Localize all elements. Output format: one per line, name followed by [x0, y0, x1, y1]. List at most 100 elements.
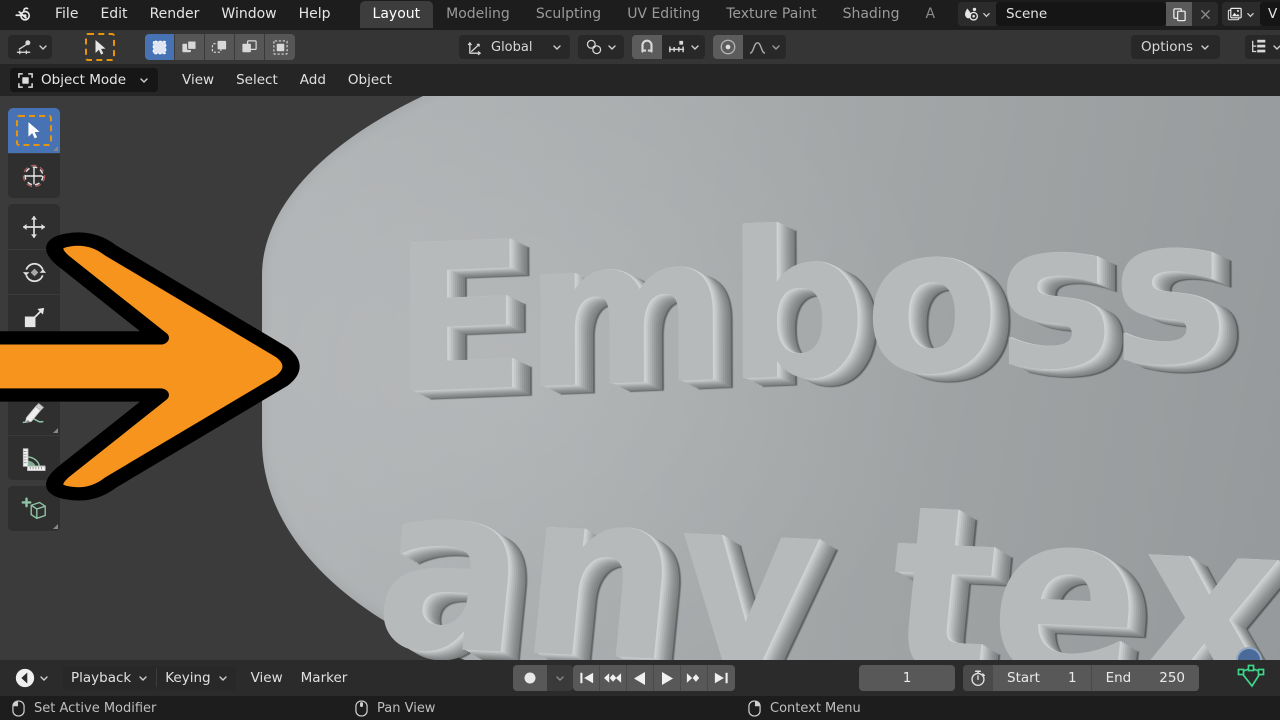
- playback-controls: [573, 665, 735, 691]
- tab-animation[interactable]: A: [912, 1, 948, 28]
- viewport-menu-object[interactable]: Object: [338, 69, 402, 91]
- proportional-edit-icon: [721, 39, 736, 55]
- tool-transform[interactable]: [8, 339, 60, 384]
- toolbar-group-transform: [8, 204, 60, 384]
- chevron-down-icon: [1247, 12, 1254, 17]
- select-intersect-icon: [272, 39, 288, 55]
- menu-render[interactable]: Render: [139, 3, 211, 26]
- transform-orientation-label: Global: [491, 39, 533, 55]
- select-mode-new[interactable]: [145, 34, 175, 60]
- viewport-menu-add[interactable]: Add: [290, 69, 336, 91]
- view-layer-name-field[interactable]: V: [1260, 2, 1280, 26]
- current-frame-field[interactable]: 1: [859, 665, 955, 691]
- proportional-editing-group: [713, 35, 787, 59]
- timeline-menu-playback-label: Playback: [71, 670, 132, 686]
- options-button[interactable]: Options: [1131, 35, 1221, 59]
- interaction-mode-label: Object Mode: [41, 72, 127, 88]
- viewport-header: Object Mode View Select Add Object: [0, 64, 1280, 96]
- falloff-smooth-icon: [750, 41, 766, 54]
- chevron-down-icon: [218, 676, 227, 681]
- scene-delete-button[interactable]: [1192, 2, 1218, 26]
- play-icon: [662, 671, 673, 685]
- view-layer-selector: V: [1222, 2, 1280, 26]
- snap-to-dropdown[interactable]: [662, 35, 705, 59]
- select-invert-icon: [242, 39, 257, 52]
- next-keyframe-button[interactable]: [681, 665, 708, 691]
- tool-tweak[interactable]: [8, 108, 60, 153]
- object-mode-icon: [18, 72, 33, 88]
- tool-move[interactable]: [8, 204, 60, 249]
- timeline-menu-playback[interactable]: Playback: [63, 666, 157, 690]
- active-tool-button[interactable]: [8, 35, 52, 59]
- timeline-editor: Playback Keying View Marker 1 Start 1 En…: [0, 660, 1280, 696]
- scene-duplicate-button[interactable]: [1166, 2, 1192, 26]
- tool-measure[interactable]: [8, 435, 60, 480]
- scale-icon: [24, 307, 44, 327]
- select-cursor-tool-button[interactable]: [85, 33, 115, 61]
- frame-start-field[interactable]: Start 1: [993, 665, 1092, 691]
- tab-shading[interactable]: Shading: [830, 1, 913, 28]
- tab-modeling[interactable]: Modeling: [433, 1, 523, 28]
- menu-file[interactable]: File: [44, 3, 89, 26]
- timeline-menu-view[interactable]: View: [242, 667, 292, 689]
- select-mode-invert[interactable]: [235, 34, 265, 60]
- tab-sculpting[interactable]: Sculpting: [523, 1, 614, 28]
- timer-icon[interactable]: [963, 665, 993, 691]
- viewport-menu-select[interactable]: Select: [226, 69, 288, 91]
- timeline-menu-keying[interactable]: Keying: [157, 666, 236, 690]
- previous-keyframe-button[interactable]: [600, 665, 627, 691]
- play-button[interactable]: [654, 665, 681, 691]
- orientation-axes-icon: [467, 41, 481, 55]
- select-mode-subtract[interactable]: [205, 34, 235, 60]
- tool-rotate[interactable]: [8, 249, 60, 294]
- proportional-edit-toggle[interactable]: [713, 35, 744, 59]
- viewport-menu-view[interactable]: View: [172, 69, 224, 91]
- auto-keying-toggle[interactable]: [513, 665, 547, 691]
- surface-shading: [262, 96, 1280, 660]
- select-mode-intersect[interactable]: [265, 34, 295, 60]
- status-right-mouse: Context Menu: [748, 699, 861, 717]
- chevron-down-icon: [40, 676, 48, 681]
- chevron-down-icon: [983, 12, 990, 17]
- menu-help[interactable]: Help: [288, 3, 342, 26]
- tool-add-cube[interactable]: [8, 486, 60, 531]
- tab-uv-editing[interactable]: UV Editing: [614, 1, 713, 28]
- timeline-editor-type-button[interactable]: [10, 666, 53, 690]
- 3d-cursor-icon: [22, 164, 46, 188]
- workspace-tabs: Layout Modeling Sculpting UV Editing Tex…: [359, 0, 949, 28]
- viewport-3d[interactable]: Emboss any text: [0, 96, 1280, 660]
- tab-layout[interactable]: Layout: [359, 1, 434, 28]
- tool-annotate[interactable]: [8, 390, 60, 435]
- interaction-mode-dropdown[interactable]: Object Mode: [10, 68, 159, 92]
- auto-keying-group: [513, 665, 573, 691]
- jump-to-start-button[interactable]: [573, 665, 600, 691]
- menu-edit[interactable]: Edit: [89, 3, 138, 26]
- status-middle-mouse-label: Pan View: [377, 700, 436, 716]
- scene-name-field[interactable]: Scene: [996, 2, 1166, 26]
- menu-window[interactable]: Window: [210, 3, 287, 26]
- scene-browse-button[interactable]: [958, 2, 996, 26]
- pivot-point-dropdown[interactable]: [578, 35, 625, 59]
- auto-keying-dropdown[interactable]: [547, 665, 573, 691]
- tool-has-variants-indicator: [53, 428, 58, 433]
- transform-orientation-dropdown[interactable]: Global: [459, 35, 571, 59]
- timeline-menu-marker[interactable]: Marker: [292, 667, 357, 689]
- select-extend-icon: [182, 39, 197, 52]
- tool-scale[interactable]: [8, 294, 60, 339]
- select-mode-extend[interactable]: [175, 34, 205, 60]
- snap-magnet-toggle[interactable]: [632, 35, 663, 59]
- tool-cursor[interactable]: [8, 153, 60, 198]
- tab-texture-paint[interactable]: Texture Paint: [713, 1, 829, 28]
- frame-end-field[interactable]: End 250: [1091, 665, 1200, 691]
- outliner-filter-button[interactable]: [1245, 35, 1280, 59]
- proportional-falloff-dropdown[interactable]: [743, 35, 786, 59]
- chevron-down-icon: [691, 45, 700, 50]
- view-layer-browse-button[interactable]: [1222, 2, 1260, 26]
- view-layer-icon: [1227, 7, 1242, 20]
- play-reverse-button[interactable]: [627, 665, 654, 691]
- frame-start-value: 1: [1067, 670, 1077, 686]
- mesh-data-icon[interactable]: [1236, 664, 1266, 696]
- jump-to-end-button[interactable]: [708, 665, 735, 691]
- mouse-middle-icon: [355, 699, 368, 717]
- blender-logo-icon[interactable]: [8, 0, 38, 28]
